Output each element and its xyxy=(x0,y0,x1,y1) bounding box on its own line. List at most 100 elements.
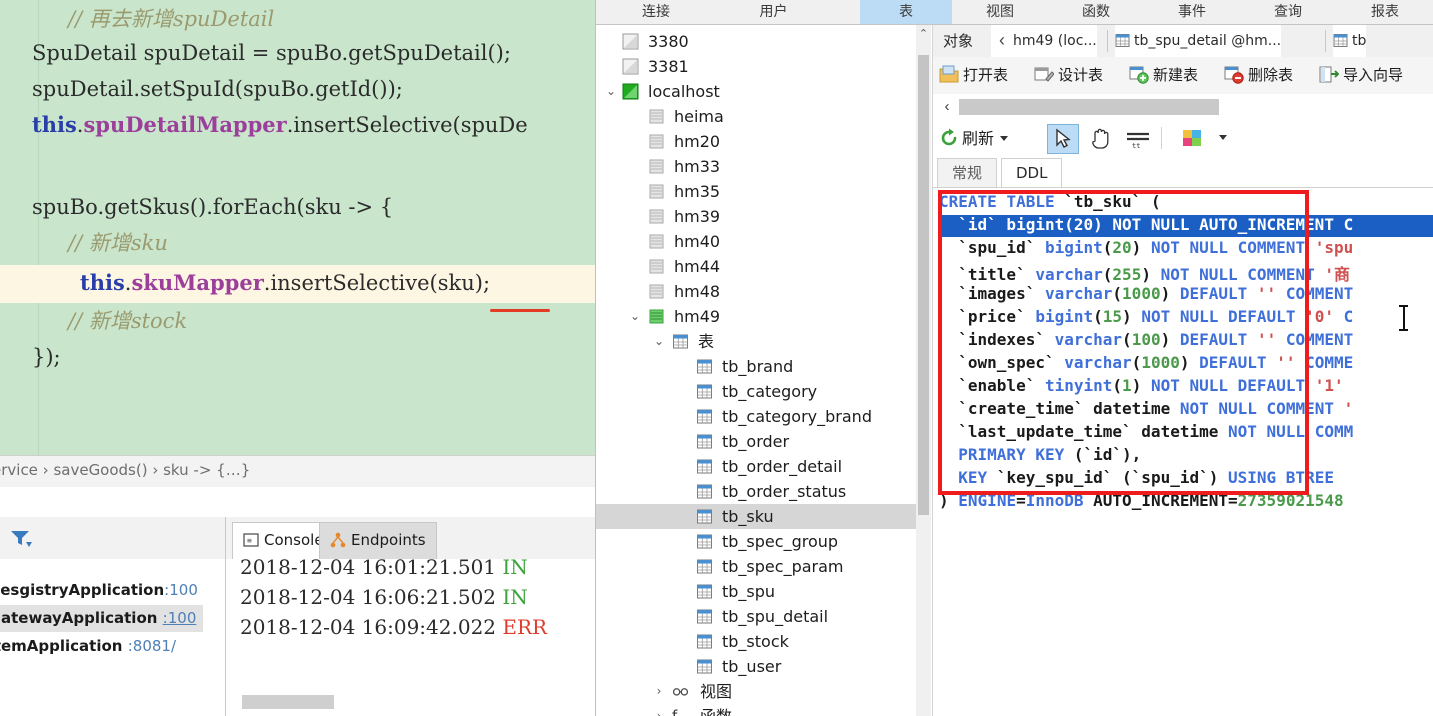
table-icon xyxy=(697,534,712,549)
object-tab-tb[interactable]: tb xyxy=(1333,25,1367,57)
pointer-select-button[interactable] xyxy=(1047,124,1079,154)
table-folder-icon xyxy=(673,334,688,349)
tree-item-label: 视图 xyxy=(700,682,733,701)
tree-item-table-tb-user[interactable]: tb_user xyxy=(596,654,916,679)
filter-bar[interactable] xyxy=(0,517,226,560)
chevron-down-icon[interactable] xyxy=(1219,135,1227,140)
delete-table-icon xyxy=(1224,66,1244,84)
chevron-right-icon[interactable]: › xyxy=(652,679,666,704)
list-item[interactable]: ultemApplication :8081/ xyxy=(0,633,203,660)
database-gray-icon xyxy=(649,184,664,199)
code-line: SpuDetail spuDetail = spuBo.getSpuDetail… xyxy=(32,41,511,65)
tree-scrollbar-thumb[interactable] xyxy=(918,55,929,515)
tree-item-database-hm40[interactable]: hm40 xyxy=(596,229,916,254)
tree-item-database-hm39[interactable]: hm39 xyxy=(596,204,916,229)
tab-table[interactable]: 表 xyxy=(860,0,952,24)
divider xyxy=(1325,30,1326,52)
design-table-button[interactable]: 设计表 xyxy=(1034,61,1103,90)
tree-item-table-tb-spec-param[interactable]: tb_spec_param xyxy=(596,554,916,579)
code-editor[interactable]: // 再去新增spuDetail SpuDetail spuDetail = s… xyxy=(0,0,595,455)
table-icon xyxy=(697,634,712,649)
log-level: ERR xyxy=(502,615,548,639)
tree-item-database-hm48[interactable]: hm48 xyxy=(596,279,916,304)
tree-item-table-tb-order-status[interactable]: tb_order_status xyxy=(596,479,916,504)
tab-ddl[interactable]: DDL xyxy=(1001,158,1063,187)
tree-item-table-tb-category[interactable]: tb_category xyxy=(596,379,916,404)
console-output[interactable]: 2018-12-04 16:01:21.501 IN 2018-12-04 16… xyxy=(226,559,595,716)
run-tool-window: uResgistryApplication:100 uGatewayApplic… xyxy=(0,517,595,716)
scroll-up-icon[interactable]: ⌃ xyxy=(916,25,931,43)
tree-item-database-heima[interactable]: heima xyxy=(596,104,916,129)
tree-item-connection-localhost[interactable]: ⌄ localhost xyxy=(596,79,916,104)
tree-item-database-hm35[interactable]: hm35 xyxy=(596,179,916,204)
new-table-button[interactable]: 新建表 xyxy=(1129,61,1198,90)
filter-funnel-icon[interactable] xyxy=(10,529,32,547)
application-list[interactable]: uResgistryApplication:100 uGatewayApplic… xyxy=(0,559,226,716)
sql-line: `price` bigint(15) NOT NULL DEFAULT '0' … xyxy=(958,307,1354,326)
chevron-down-icon[interactable]: ⌄ xyxy=(652,329,666,354)
divider xyxy=(1107,30,1108,52)
chevron-down-icon[interactable] xyxy=(1000,136,1009,141)
console-horizontal-scrollbar[interactable] xyxy=(242,695,334,709)
tab-function[interactable]: 函数 xyxy=(1048,0,1144,24)
import-wizard-button[interactable]: 导入向导 xyxy=(1319,61,1403,90)
tab-event[interactable]: 事件 xyxy=(1144,0,1240,24)
tree-item-database-hm20[interactable]: hm20 xyxy=(596,129,916,154)
tab-view[interactable]: 视图 xyxy=(952,0,1048,24)
tree-item-table-tb-category-brand[interactable]: tb_category_brand xyxy=(596,404,916,429)
database-gray-icon xyxy=(649,284,664,299)
breadcrumb[interactable]: ervice › saveGoods() › sku -> {…} xyxy=(0,455,595,489)
tree-item-table-tb-spu-detail[interactable]: tb_spu_detail xyxy=(596,604,916,629)
tree-item-database-hm33[interactable]: hm33 xyxy=(596,154,916,179)
tree-item-label: 表 xyxy=(698,332,715,351)
object-tab-tb-spu-detail[interactable]: tb_spu_detail @hm... xyxy=(1115,25,1282,57)
color-palette-button[interactable] xyxy=(1177,124,1207,152)
tree-item-label: tb_order_detail xyxy=(722,457,843,476)
hand-pan-button[interactable] xyxy=(1085,124,1115,152)
list-detail-button[interactable]: tt xyxy=(1123,124,1153,152)
tree-item-table-tb-order-detail[interactable]: tb_order_detail xyxy=(596,454,916,479)
delete-table-button[interactable]: 删除表 xyxy=(1224,61,1293,90)
tree-item-table-tb-order[interactable]: tb_order xyxy=(596,429,916,454)
list-item[interactable]: uGatewayApplication :100 xyxy=(0,605,203,632)
ddl-sql-text[interactable]: CREATE TABLE `tb_sku` ( `id` bigint(20) … xyxy=(933,187,1433,716)
tree-item-table-tb-spu[interactable]: tb_spu xyxy=(596,579,916,604)
tree-item-table-tb-brand[interactable]: tb_brand xyxy=(596,354,916,379)
tree-item-label: tb_spec_group xyxy=(722,532,839,551)
chevron-left-icon[interactable]: ‹ xyxy=(939,97,955,117)
tree-item-connection-3381[interactable]: 3381 xyxy=(596,54,916,79)
refresh-button[interactable]: 刷新 xyxy=(939,126,1009,152)
open-table-button[interactable]: 打开表 xyxy=(939,61,1008,90)
object-pane-label: 对象 xyxy=(943,32,974,50)
tree-item-table-tb-sku[interactable]: tb_sku xyxy=(596,504,916,529)
app-name: uGatewayApplication xyxy=(0,609,158,627)
tab-connection[interactable]: 连接 xyxy=(596,0,716,24)
tab-query[interactable]: 查询 xyxy=(1240,0,1336,24)
tab-general[interactable]: 常规 xyxy=(937,158,998,187)
tab-endpoints[interactable]: Endpoints xyxy=(319,522,437,561)
tree-item-functions-folder[interactable]: › ƒ 函数 xyxy=(596,704,916,716)
tab-report[interactable]: 报表 xyxy=(1336,0,1433,24)
chevron-right-icon[interactable]: › xyxy=(652,704,666,716)
connection-online-icon xyxy=(622,83,639,100)
tree-item-connection-3380[interactable]: 3380 xyxy=(596,29,916,54)
connection-offline-icon xyxy=(622,58,639,75)
tree-item-views-folder[interactable]: › 视图 xyxy=(596,679,916,704)
tree-item-database-hm44[interactable]: hm44 xyxy=(596,254,916,279)
object-tab-hm49[interactable]: hm49 (loc... xyxy=(1013,25,1097,57)
chevron-left-icon[interactable]: ‹ xyxy=(991,25,1013,57)
tree-item-label: tb_stock xyxy=(722,632,789,651)
chevron-down-icon[interactable]: ⌄ xyxy=(604,79,618,104)
tree-item-table-tb-stock[interactable]: tb_stock xyxy=(596,629,916,654)
list-detail-icon: tt xyxy=(1127,132,1149,150)
tree-item-database-hm49[interactable]: ⌄ hm49 xyxy=(596,304,916,329)
tree-item-label: heima xyxy=(674,107,724,126)
path-field[interactable] xyxy=(959,99,1219,115)
list-item[interactable]: uResgistryApplication:100 xyxy=(0,577,203,604)
tree-item-tables-folder[interactable]: ⌄ 表 xyxy=(596,329,916,354)
tree-item-label: tb_brand xyxy=(722,357,794,376)
navicat-object-tree[interactable]: 3380 3381 ⌄ localhost heima hm20 hm33 hm… xyxy=(596,25,916,716)
tree-item-table-tb-spec-group[interactable]: tb_spec_group xyxy=(596,529,916,554)
chevron-down-icon[interactable]: ⌄ xyxy=(628,304,642,329)
tab-user[interactable]: 用户 xyxy=(716,0,831,24)
